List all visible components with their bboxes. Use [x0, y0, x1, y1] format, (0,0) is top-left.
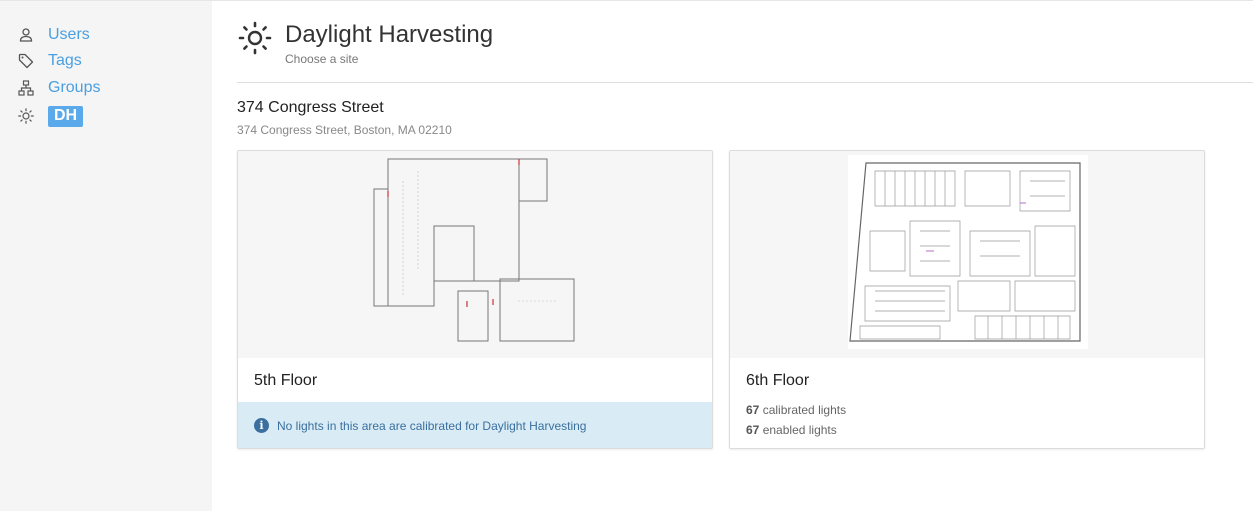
header-divider: [237, 82, 1253, 83]
calibrated-label: calibrated lights: [762, 403, 847, 417]
sidebar-item-dh[interactable]: DH: [18, 105, 84, 127]
enabled-lights-stat: 67 enabled lights: [746, 423, 837, 437]
floor-card-5th[interactable]: 5th Floor i No lights in this area are c…: [237, 150, 713, 449]
sidebar-item-label: DH: [48, 105, 84, 127]
page-title: Daylight Harvesting: [285, 21, 494, 48]
calibrated-count: 67: [746, 403, 760, 417]
enabled-label: enabled lights: [762, 423, 837, 437]
floor-name: 5th Floor: [254, 372, 318, 389]
sidebar-item-users[interactable]: Users: [18, 24, 90, 46]
sidebar-item-label: Tags: [48, 52, 82, 69]
site-address: 374 Congress Street, Boston, MA 02210: [237, 123, 452, 137]
sidebar-item-label: Users: [48, 26, 90, 43]
enabled-count: 67: [746, 423, 760, 437]
calibrated-lights-stat: 67 calibrated lights: [746, 403, 846, 417]
sidebar-item-groups[interactable]: Groups: [18, 77, 100, 99]
tag-icon: [18, 53, 34, 69]
info-icon: i: [254, 418, 269, 433]
floor-card-6th[interactable]: 6th Floor 67 calibrated lights 67 enable…: [729, 150, 1205, 449]
calibration-notice-text: No lights in this area are calibrated fo…: [277, 418, 587, 433]
hierarchy-icon: [18, 80, 34, 96]
user-icon: [18, 27, 34, 43]
floor-plan-thumbnail: [238, 151, 712, 358]
site-name: 374 Congress Street: [237, 99, 384, 116]
floor-name: 6th Floor: [746, 372, 810, 389]
page-subtitle: Choose a site: [285, 52, 359, 66]
sun-icon: [18, 108, 34, 124]
main-content: Daylight Harvesting Choose a site 374 Co…: [237, 0, 1253, 511]
sidebar-item-label: Groups: [48, 79, 101, 96]
sidebar-item-tags[interactable]: Tags: [18, 50, 82, 72]
sidebar: Users Tags Groups DH: [0, 0, 212, 511]
floor-plan-thumbnail: [730, 151, 1204, 358]
calibration-notice: i No lights in this area are calibrated …: [238, 402, 712, 448]
sun-icon: [237, 20, 273, 56]
